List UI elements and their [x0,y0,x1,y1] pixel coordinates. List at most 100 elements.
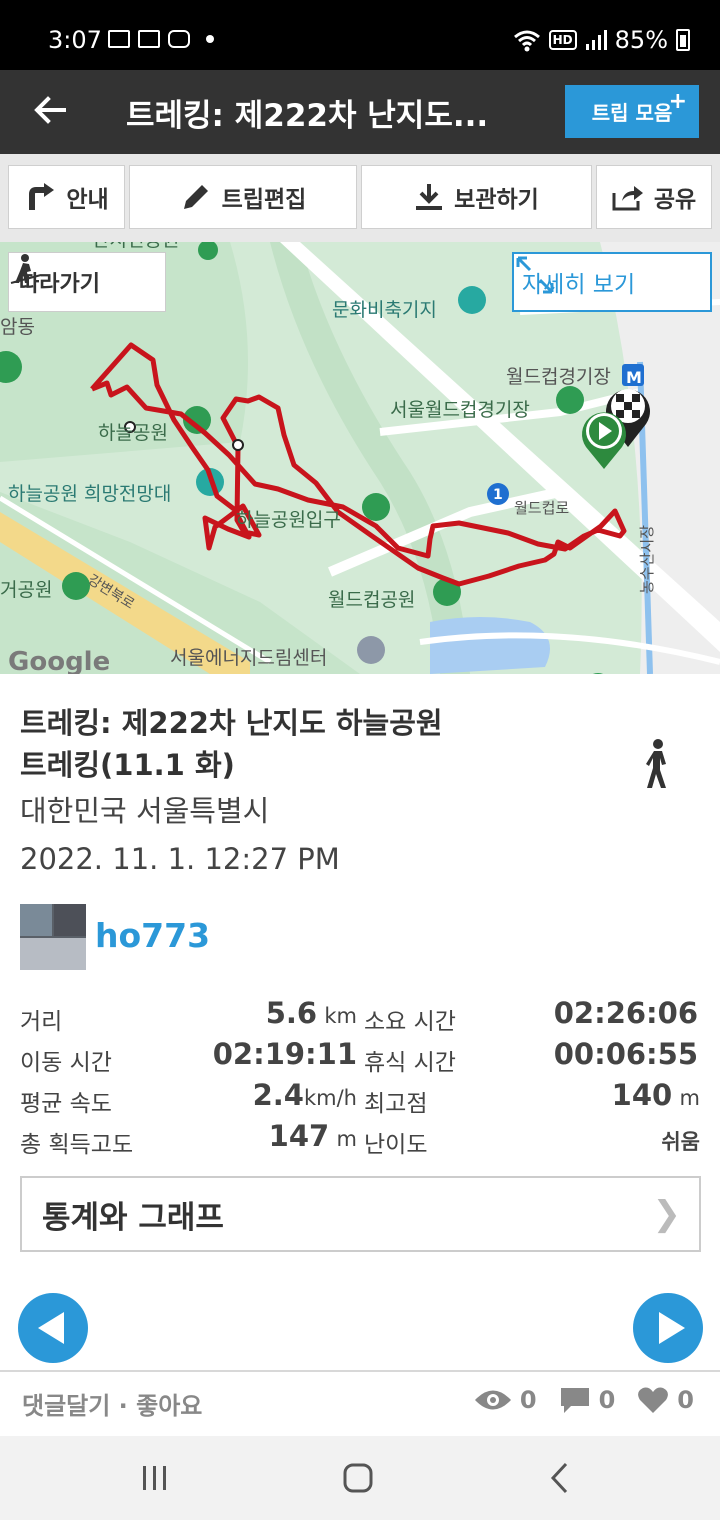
edit-trip-button[interactable]: 트립편집 [129,165,357,229]
guide-label: 안내 [66,187,109,213]
moving-time-number: 02:19:11 [212,1037,357,1071]
max-altitude-unit: m [679,1086,700,1110]
notification-icons [108,30,214,48]
avg-speed-value: 2.4km/h [200,1078,357,1112]
map-label-route-number: 1 [493,487,503,503]
recent-apps-icon[interactable] [140,1464,170,1492]
avatar[interactable] [20,904,86,970]
map-label-culture-base: 문화비축기지 [332,299,437,321]
home-icon[interactable] [342,1462,374,1494]
distance-unit: km [324,1004,357,1028]
more-notifications-icon [206,35,214,43]
elevation-gain-unit: m [336,1127,357,1151]
trip-location: 대한민국 서울특별시 [20,794,270,828]
max-altitude-number: 140 [611,1078,673,1112]
distance-value: 5.6 km [200,996,357,1030]
share-label: 공유 [653,187,697,213]
distance-number: 5.6 [265,996,318,1030]
moving-time-value: 02:19:11 [200,1037,357,1071]
system-back-icon[interactable] [548,1462,570,1494]
distance-label: 거리 [20,1009,63,1035]
status-time: 3:07 [48,26,102,54]
trip-collection-button[interactable]: 트립 모음 + [565,85,699,138]
stats-graph-button[interactable]: 통계와 그래프 ❯ [20,1176,701,1252]
share-button[interactable]: 공유 [596,165,712,229]
rest-time-number: 00:06:55 [553,1037,698,1071]
elevation-gain-value: 147 m [200,1119,357,1153]
username-link[interactable]: ho773 [95,916,210,955]
battery-icon [676,29,690,51]
action-toolbar: 안내 트립편집 보관하기 공유 [0,154,720,242]
rest-time-value: 00:06:55 [520,1037,698,1071]
view-detail-button[interactable]: 자세히 보기 [512,252,712,312]
page-title: 트레킹: 제222차 난지도... [126,98,489,134]
status-bar: 3:07 HD 85% [0,0,720,70]
moving-time-label: 이동 시간 [20,1050,112,1076]
trip-datetime: 2022. 11. 1. 12:27 PM [20,842,340,876]
previous-trip-button[interactable] [18,1293,88,1363]
back-arrow-icon[interactable] [30,90,70,130]
card-notification-icon [138,30,160,48]
chevron-right-icon: ❯ [652,1194,682,1234]
plus-icon: + [668,89,687,114]
map-label-metro: M [626,368,642,387]
edit-trip-label: 트립편집 [221,187,307,213]
comment-count: 0 [598,1386,616,1414]
download-icon [416,184,443,210]
message-notification-icon [168,30,190,48]
map-label-sky-park: 하늘공원 [98,422,168,444]
difficulty-value: 쉬움 [661,1130,700,1154]
footer-divider [0,1370,720,1372]
battery-percent: 85% [614,26,668,54]
guide-button[interactable]: 안내 [8,165,125,229]
save-button[interactable]: 보관하기 [361,165,592,229]
comment-like-link[interactable]: 댓글달기 · 좋아요 [22,1386,202,1421]
comment-icon [560,1388,589,1413]
wifi-icon [513,30,540,52]
next-trip-button[interactable] [633,1293,703,1363]
engagement-counters: 0 0 0 [474,1386,694,1414]
triangle-right-icon [659,1312,685,1344]
map-label-seoul-world-cup-stadium: 서울월드컵경기장 [390,399,530,421]
walking-icon [646,739,666,788]
duration-number: 02:26:06 [553,996,698,1030]
trip-collection-label: 트립 모음 [591,101,673,125]
duration-value: 02:26:06 [520,996,698,1030]
map-label-park-left: 거공원 [0,579,52,601]
like-count: 0 [677,1386,694,1414]
map-label-market: 농수산시장 [638,525,656,594]
trip-title: 트레킹: 제222차 난지도 하늘공원 트레킹(11.1 화) [20,702,540,786]
share-icon [612,186,643,211]
system-nav-bar [0,1436,720,1520]
map-label-energy-dream-center: 서울에너지드림센터 [170,647,327,669]
turn-right-icon [29,183,55,210]
max-altitude-label: 최고점 [364,1091,428,1117]
signal-icon [585,30,607,50]
max-altitude-value: 140 m [520,1078,700,1112]
difficulty-label: 난이도 [364,1132,428,1158]
duration-label: 소요 시간 [364,1009,456,1035]
avg-speed-unit: km/h [303,1086,357,1110]
eye-icon [474,1390,511,1410]
hiker-icon [10,254,42,284]
gallery-notification-icon [108,30,130,48]
elevation-gain-label: 총 획득고도 [20,1132,134,1158]
stats-graph-label: 통계와 그래프 [42,1199,224,1236]
map-label-world-cup-stadium: 월드컵경기장 [506,366,611,388]
trip-title-line2: 트레킹(11.1 화) [20,748,235,782]
pencil-icon [183,185,208,209]
map-label-world-cup-park: 월드컵공원 [328,589,415,611]
elevation-gain-number: 147 [268,1119,330,1153]
rest-time-label: 휴식 시간 [364,1050,456,1076]
follow-button[interactable]: 따라가기 [8,252,166,312]
map-label-dong: 암동 [0,316,35,338]
triangle-left-icon [38,1312,64,1344]
map-label-sky-park-entrance: 하늘공원입구 [236,509,341,531]
avg-speed-number: 2.4 [252,1078,304,1112]
view-count: 0 [519,1386,537,1414]
system-indicators: HD 85% [513,26,690,54]
save-label: 보관하기 [454,187,539,213]
map-label-sky-park-view: 하늘공원 희망전망대 [8,483,171,505]
map-label-top: 난지연공원 [92,242,179,251]
route-map[interactable]: 난지연공원 문화비축기지 암동 하늘공원 하늘공원 희망전망대 하늘공원입구 월… [0,242,720,674]
